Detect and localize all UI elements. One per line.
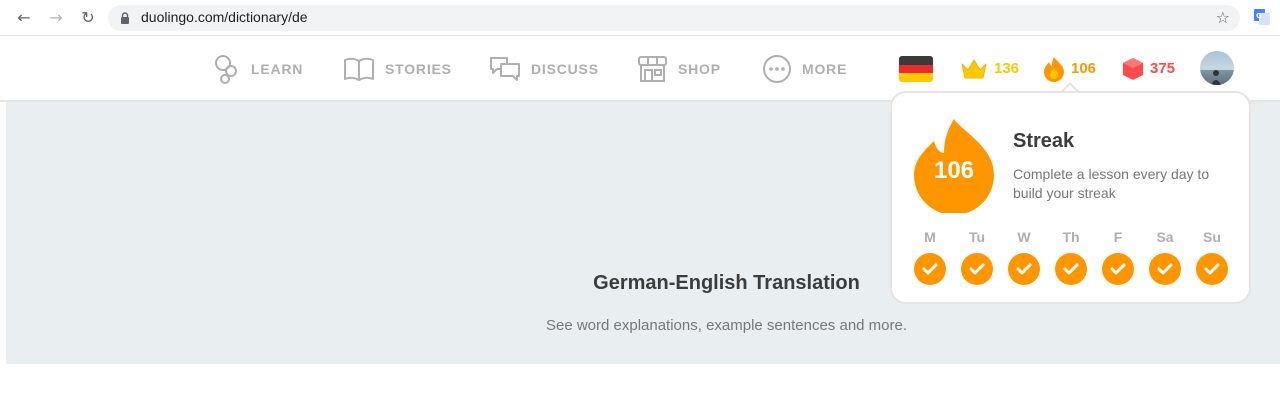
crowns-value: 136 [994,60,1020,77]
flame-icon [1044,56,1064,82]
gems-value: 375 [1150,60,1176,77]
day-friday: F [1101,229,1135,285]
day-thursday: Th [1054,229,1088,285]
nav-discuss[interactable]: DISCUSS [489,37,599,100]
nav-shop-label: SHOP [678,60,721,77]
address-bar[interactable]: duolingo.com/dictionary/de ☆ [108,5,1240,31]
nav-more-label: MORE [802,60,848,77]
back-arrow-icon[interactable]: ← [14,8,34,28]
check-icon [1008,253,1040,285]
streak-description: Complete a lesson every day to build you… [1013,166,1210,201]
url-text: duolingo.com/dictionary/de [141,9,308,25]
more-dots-icon [763,54,791,83]
nav-more[interactable]: MORE [762,37,847,100]
nav-stories-label: STORIES [385,60,452,77]
nav-stories[interactable]: STORIES [343,37,452,100]
streak-value: 106 [1071,60,1097,77]
avatar[interactable] [1200,51,1234,85]
nav-learn[interactable]: LEARN [213,37,303,100]
forward-arrow-icon[interactable]: → [46,8,66,28]
svg-text:G: G [1256,12,1262,20]
day-saturday: Sa [1148,229,1182,285]
star-icon[interactable]: ☆ [1216,8,1230,27]
nav-discuss-label: DISCUSS [531,60,599,77]
german-flag-icon [899,55,933,82]
streak-popover: 106 Streak Complete a lesson every day t… [890,91,1251,304]
reload-icon[interactable]: ↻ [78,8,98,28]
streak-title: Streak [1013,130,1075,152]
check-icon [961,253,993,285]
translate-extension-icon[interactable]: G [1254,9,1270,25]
avatar-photo [1211,70,1221,85]
gem-icon [1123,57,1143,80]
nav-shop[interactable]: SHOP [637,37,721,100]
day-label: Tu [968,229,986,245]
shop-icon [638,55,667,82]
nav-learn-label: LEARN [251,60,304,77]
browser-toolbar: ← → ↻ duolingo.com/dictionary/de ☆ G [0,0,1280,36]
lock-icon [121,12,129,24]
day-label: W [1017,229,1031,245]
day-wednesday: W [1007,229,1041,285]
page-subtitle: See word explanations, example sentences… [545,317,908,334]
day-label: F [1113,229,1123,245]
check-icon [1102,253,1134,285]
day-monday: M [913,229,947,285]
chat-bubbles-icon [490,56,520,81]
day-tuesday: Tu [960,229,994,285]
streak-count: 106 [933,157,975,184]
crown-icon [961,59,987,78]
book-icon [344,57,374,81]
learn-icon [215,54,237,84]
check-icon [1055,253,1087,285]
day-label: Su [1203,229,1221,245]
day-sunday: Su [1195,229,1229,285]
check-icon [1196,253,1228,285]
check-icon [1149,253,1181,285]
check-icon [914,253,946,285]
day-label: M [924,229,936,245]
day-label: Th [1062,229,1080,245]
day-label: Sa [1156,229,1174,245]
